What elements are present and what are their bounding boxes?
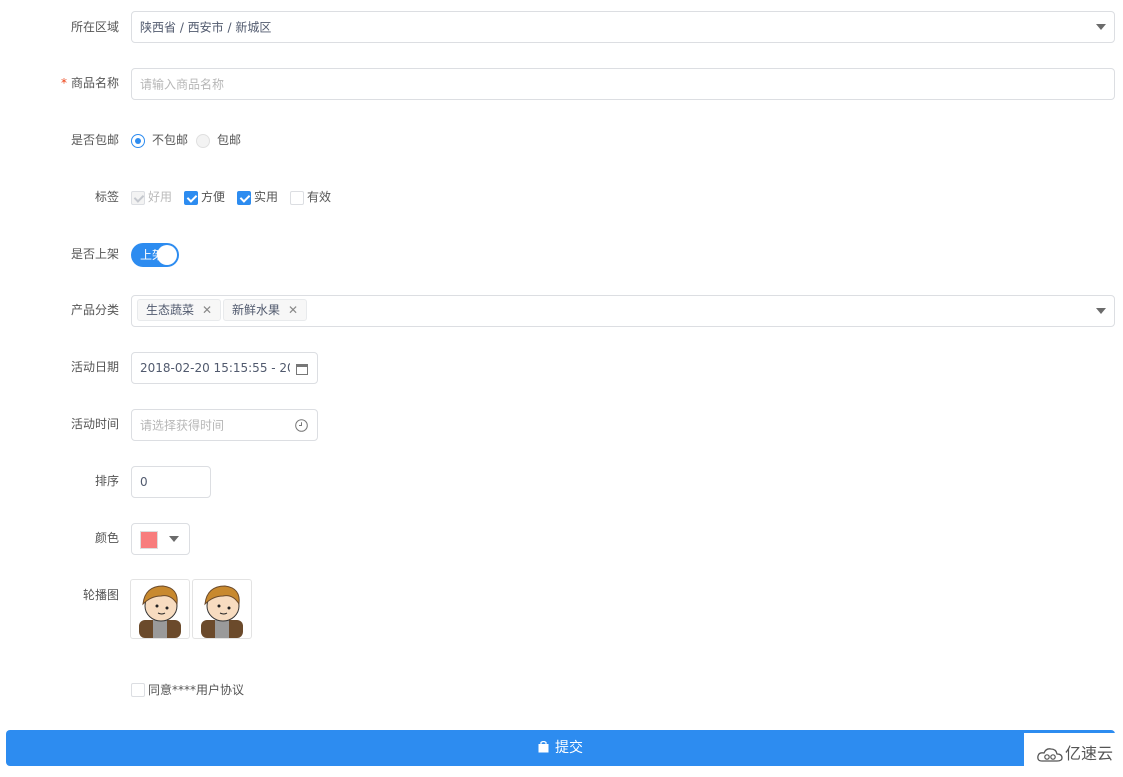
region-select[interactable]: 陕西省 / 西安市 / 新城区 (131, 11, 1115, 43)
category-multiselect[interactable]: 生态蔬菜 ✕ 新鲜水果 ✕ (131, 295, 1115, 327)
color-swatch (140, 531, 158, 549)
color-label: 颜色 (94, 531, 119, 545)
bag-icon (538, 740, 549, 753)
agreement-checkbox[interactable] (131, 683, 145, 697)
activity-time-placeholder: 请选择获得时间 (140, 418, 225, 433)
checkbox-label-youxiao: 有效 (307, 190, 332, 204)
on-shelf-label: 是否上架 (70, 247, 119, 261)
activity-date-picker[interactable]: 2018-02-20 15:15:55 - 201 (131, 352, 318, 384)
agreement-label: 同意****用户协议 (148, 683, 245, 697)
checkbox-youxiao[interactable] (290, 191, 304, 205)
checkbox-label-shiyong: 实用 (254, 190, 279, 204)
activity-date-value: 2018-02-20 15:15:55 - 201 (140, 361, 290, 375)
agreement-row: 同意****用户协议 (0, 681, 1123, 699)
sort-row: 排序 0 (0, 466, 1123, 498)
avatar-image (201, 585, 243, 638)
calendar-icon (296, 364, 308, 375)
activity-date-row: 活动日期 2018-02-20 15:15:55 - 201 (0, 352, 1123, 384)
carousel-image[interactable] (192, 579, 252, 639)
sort-label: 排序 (94, 474, 119, 488)
category-tag[interactable]: 新鲜水果 ✕ (223, 299, 308, 321)
activity-time-picker[interactable]: 请选择获得时间 (131, 409, 318, 441)
region-value: 陕西省 / 西安市 / 新城区 (140, 20, 272, 35)
avatar-image (139, 585, 181, 638)
category-tag[interactable]: 生态蔬菜 ✕ (137, 299, 222, 321)
watermark-text: 亿速云 (1065, 744, 1114, 763)
product-name-placeholder: 请输入商品名称 (140, 77, 225, 92)
carousel-row: 轮播图 (0, 579, 1123, 639)
category-label: 产品分类 (70, 303, 119, 317)
tags-label: 标签 (94, 190, 119, 204)
activity-time-label: 活动时间 (70, 417, 119, 431)
sort-value: 0 (140, 475, 148, 489)
clock-icon (295, 419, 308, 432)
free-shipping-row: 是否包邮 不包邮 包邮 (0, 130, 1123, 150)
chevron-down-icon (1096, 24, 1106, 30)
radio-label-no-free-shipping: 不包邮 (152, 133, 189, 147)
activity-date-label: 活动日期 (70, 360, 119, 374)
radio-label-free-shipping: 包邮 (217, 133, 242, 147)
tags-row: 标签 好用 方便 实用 有效 (0, 187, 1123, 207)
product-name-row: * 商品名称 请输入商品名称 (0, 68, 1123, 100)
category-row: 产品分类 生态蔬菜 ✕ 新鲜水果 ✕ (0, 295, 1123, 327)
color-picker[interactable] (131, 523, 190, 555)
checkbox-haoyong[interactable] (131, 191, 145, 205)
close-icon[interactable]: ✕ (288, 303, 298, 317)
required-mark: * (60, 76, 67, 90)
checkbox-shiyong[interactable] (237, 191, 251, 205)
carousel-label: 轮播图 (82, 588, 119, 602)
switch-knob (157, 245, 177, 265)
on-shelf-row: 是否上架 上架 (0, 243, 1123, 267)
color-row: 颜色 (0, 523, 1123, 555)
cloud-icon (1037, 748, 1063, 762)
checkbox-label-haoyong: 好用 (148, 190, 173, 204)
region-row: 所在区域 陕西省 / 西安市 / 新城区 (0, 11, 1123, 43)
radio-free-shipping[interactable] (196, 134, 210, 148)
checkbox-fangbian[interactable] (184, 191, 198, 205)
chevron-down-icon (169, 536, 179, 542)
checkbox-label-fangbian: 方便 (201, 190, 226, 204)
product-name-label: * 商品名称 (60, 76, 119, 90)
submit-button[interactable]: 提交 (6, 730, 1115, 766)
radio-no-free-shipping[interactable] (131, 134, 145, 148)
sort-input[interactable]: 0 (131, 466, 211, 498)
free-shipping-label: 是否包邮 (70, 133, 119, 147)
submit-label: 提交 (555, 740, 583, 756)
product-name-input[interactable]: 请输入商品名称 (131, 68, 1115, 100)
watermark-logo: 亿速云 (1024, 733, 1123, 773)
region-label: 所在区域 (70, 20, 119, 34)
carousel-image[interactable] (130, 579, 190, 639)
activity-time-row: 活动时间 请选择获得时间 (0, 409, 1123, 441)
close-icon[interactable]: ✕ (202, 303, 212, 317)
chevron-down-icon (1096, 308, 1106, 314)
on-shelf-switch[interactable]: 上架 (131, 243, 179, 267)
